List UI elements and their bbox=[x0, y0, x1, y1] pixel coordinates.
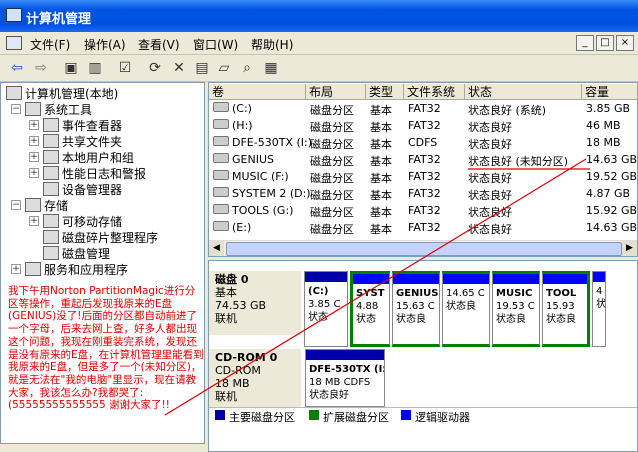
annotation-arrow bbox=[164, 158, 590, 416]
arrow-line bbox=[164, 158, 587, 416]
